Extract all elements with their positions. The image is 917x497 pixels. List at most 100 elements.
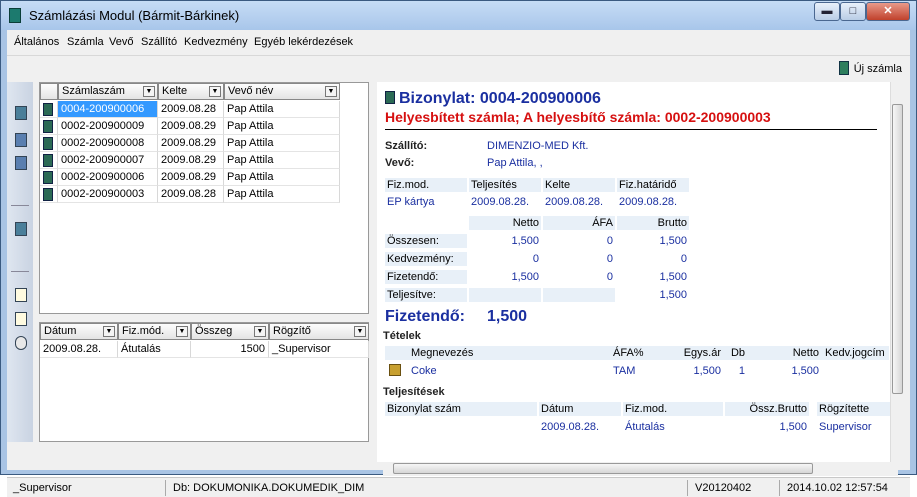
- supplier-label: Szállító:: [385, 140, 428, 152]
- new-invoice-button[interactable]: Új számla: [838, 61, 902, 75]
- menu-invoice[interactable]: Számla: [67, 36, 104, 48]
- col-customer[interactable]: Vevő név ▼: [224, 83, 340, 100]
- item-name[interactable]: Coke: [409, 364, 609, 378]
- item-vat[interactable]: TAM: [611, 364, 655, 378]
- col-label: Fiz.mód.: [122, 325, 165, 337]
- payment-total: 1,500: [779, 421, 807, 433]
- meta-header: Fiz.határidő: [617, 178, 689, 192]
- items-header: Db: [730, 347, 745, 359]
- app-window: Számlázási Modul (Bármit-Bárkinek) ▬ □ ✕…: [0, 0, 917, 497]
- sum-netto: 1,500: [511, 235, 539, 247]
- invoice-icon: [43, 137, 53, 150]
- table-row[interactable]: 0002-200900008 2009.08.29 Pap Attila: [40, 135, 340, 152]
- meta-value: 2009.08.28.: [471, 196, 530, 208]
- item-net[interactable]: 1,500: [749, 364, 821, 378]
- chevron-down-icon[interactable]: ▼: [354, 326, 366, 337]
- delete-icon[interactable]: [15, 336, 27, 350]
- sum-label: Összesen:: [385, 234, 467, 248]
- sum-netto: [469, 288, 541, 302]
- sum-brutto: 1,500: [659, 271, 687, 283]
- invoice-customer: Pap Attila: [224, 152, 340, 169]
- print-list-icon[interactable]: [15, 156, 27, 170]
- col-label: Dátum: [44, 325, 77, 337]
- invoice-date: 2009.08.29: [158, 152, 224, 169]
- menu-discount[interactable]: Kedvezmény: [184, 36, 248, 48]
- item-disc[interactable]: [823, 364, 893, 378]
- table-row[interactable]: 0002-200900006 2009.08.29 Pap Attila: [40, 169, 340, 186]
- invoice-number: 0002-200900009: [58, 118, 158, 135]
- table-row[interactable]: 0002-200900003 2009.08.28 Pap Attila: [40, 186, 340, 203]
- item-qty[interactable]: 1: [727, 364, 747, 378]
- customer-label: Vevő:: [385, 157, 415, 169]
- col-label: Összeg: [195, 325, 233, 337]
- status-user: _Supervisor: [13, 482, 72, 494]
- document-list-icon[interactable]: [15, 312, 27, 326]
- invoice-date: 2009.08.29: [158, 118, 224, 135]
- chevron-down-icon[interactable]: ▼: [143, 86, 155, 97]
- divider: [779, 480, 780, 496]
- minimize-button[interactable]: ▬: [814, 2, 840, 21]
- invoice-icon: [43, 103, 53, 116]
- meta-value: EP kártya: [387, 196, 435, 208]
- invoice-icon: [43, 120, 53, 133]
- col-date[interactable]: Kelte ▼: [158, 83, 224, 100]
- invoice-list: Számlaszám ▼ Kelte ▼ Vevő név ▼ 0004-200900…: [39, 82, 369, 314]
- status-version: V20120402: [695, 482, 752, 494]
- calculator-icon[interactable]: [15, 222, 27, 236]
- invoice-customer: Pap Attila: [224, 118, 340, 135]
- menu-other-queries[interactable]: Egyéb lekérdezések: [254, 36, 353, 48]
- chevron-down-icon[interactable]: ▼: [254, 326, 266, 337]
- chevron-down-icon[interactable]: ▼: [325, 86, 337, 97]
- items-header: Kedv.jogcím: [825, 347, 885, 359]
- calculator-icon: [838, 61, 849, 75]
- chevron-down-icon[interactable]: ▼: [176, 326, 188, 337]
- new-document-icon[interactable]: [15, 288, 27, 302]
- close-button[interactable]: ✕: [866, 2, 910, 21]
- payments-header: Dátum: [539, 402, 621, 416]
- pay-amount: 1500: [191, 341, 269, 358]
- col-pay-mode[interactable]: Fiz.mód. ▼: [118, 323, 191, 340]
- chevron-down-icon[interactable]: ▼: [103, 326, 115, 337]
- correction-note: Helyesbített számla; A helyesbítő számla…: [385, 109, 771, 125]
- col-invoice-number[interactable]: Számlaszám ▼: [58, 83, 158, 100]
- document-title-text: Bizonylat: 0004-200900006: [399, 90, 601, 107]
- print-icon[interactable]: [15, 133, 27, 147]
- col-pay-date[interactable]: Dátum ▼: [40, 323, 118, 340]
- col-recorder[interactable]: Rögzítő ▼: [269, 323, 369, 340]
- new-invoice-label: Új számla: [853, 63, 902, 75]
- row-indicator: [40, 169, 58, 186]
- payable-value: 1,500: [487, 308, 528, 325]
- scroll-thumb[interactable]: [393, 463, 813, 474]
- invoice-icon: [43, 171, 53, 184]
- calculator-icon[interactable]: [15, 106, 27, 120]
- invoice-customer: Pap Attila: [224, 186, 340, 203]
- item-price[interactable]: 1,500: [657, 364, 723, 378]
- sum-netto: 1,500: [511, 271, 539, 283]
- horizontal-scrollbar[interactable]: [383, 462, 898, 476]
- maximize-button[interactable]: □: [840, 2, 866, 21]
- payments-title: Teljesítések: [383, 386, 445, 398]
- menu-customer[interactable]: Vevő: [109, 36, 133, 48]
- menu-general[interactable]: Általános: [14, 36, 59, 48]
- meta-value: 2009.08.28.: [545, 196, 604, 208]
- scroll-thumb[interactable]: [892, 104, 903, 394]
- col-amount[interactable]: Összeg ▼: [191, 323, 269, 340]
- col-label: Kelte: [162, 85, 188, 97]
- status-datetime: 2014.10.02 12:57:54: [787, 482, 888, 494]
- sum-brutto: 1,500: [659, 235, 687, 247]
- meta-header: Teljesítés: [469, 178, 541, 192]
- invoice-number: 0002-200900007: [58, 152, 158, 169]
- sum-afa: 0: [606, 271, 613, 283]
- meta-header: Kelte: [543, 178, 615, 192]
- chevron-down-icon[interactable]: ▼: [209, 86, 221, 97]
- divider: [687, 480, 688, 496]
- menu-supplier[interactable]: Szállító: [141, 36, 177, 48]
- table-row[interactable]: 0002-200900007 2009.08.29 Pap Attila: [40, 152, 340, 169]
- col-label: Vevő név: [228, 85, 274, 97]
- table-row[interactable]: 2009.08.28. Átutalás 1500 _Supervisor: [40, 341, 369, 358]
- toolbar: Új számla: [7, 55, 910, 81]
- table-row[interactable]: 0004-200900006 2009.08.28 Pap Attila: [40, 101, 340, 118]
- table-row[interactable]: 0002-200900009 2009.08.29 Pap Attila: [40, 118, 340, 135]
- row-indicator: [40, 186, 58, 203]
- vertical-scrollbar[interactable]: [890, 82, 904, 462]
